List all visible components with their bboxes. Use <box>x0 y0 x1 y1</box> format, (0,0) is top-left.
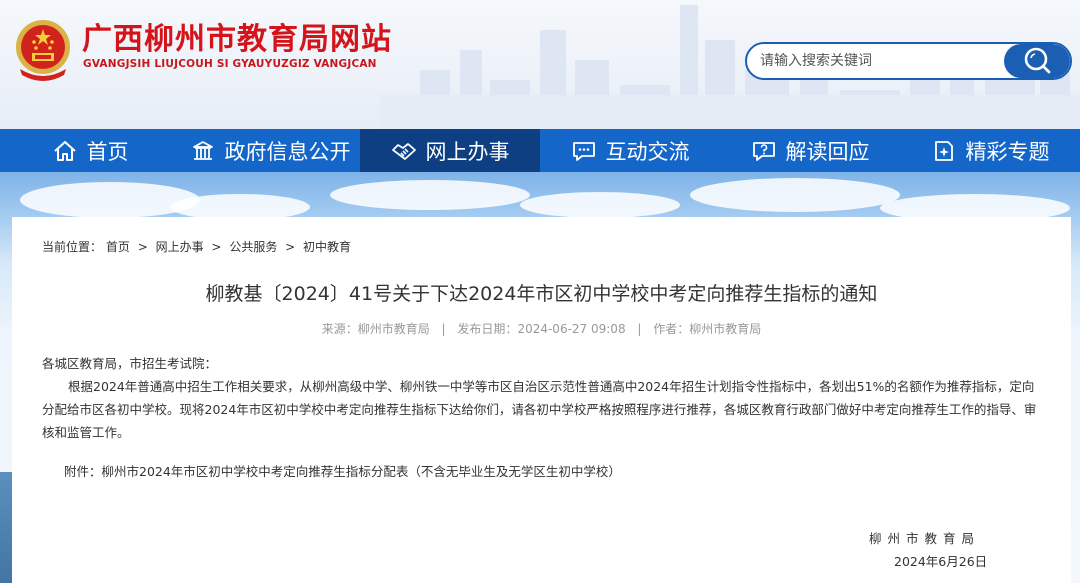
article-sign-date: 2024年6月26日 <box>894 554 988 569</box>
nav-item-home[interactable]: 首页 <box>0 129 180 172</box>
meta-author: 柳州市教育局 <box>689 322 762 336</box>
handshake-icon <box>391 138 417 164</box>
nav-item-interpretation[interactable]: 解读回应 <box>720 129 900 172</box>
article-signer: 柳州市教育局 <box>869 531 981 546</box>
breadcrumb-link-home[interactable]: 首页 <box>106 240 130 254</box>
main-nav: 首页 政府信息公开 网上办事 互动交流 解读回应 精彩专题 <box>0 129 1080 172</box>
sparkle-doc-icon <box>931 138 957 164</box>
nav-item-label: 互动交流 <box>605 139 690 164</box>
search-button[interactable] <box>1004 44 1070 78</box>
nav-item-label: 政府信息公开 <box>224 139 351 164</box>
article-salutation: 各城区教育局，市招生考试院： <box>42 356 218 371</box>
meta-divider: | <box>441 322 446 336</box>
breadcrumb: 当前位置： 首页 > 网上办事 > 公共服务 > 初中教育 <box>42 238 351 255</box>
nav-item-label: 解读回应 <box>785 139 870 164</box>
nav-item-interaction[interactable]: 互动交流 <box>540 129 720 172</box>
nav-item-online-service[interactable]: 网上办事 <box>360 129 540 172</box>
site-header: 广西柳州市教育局网站 GVANGJSIH LIUJCOUH SI GYAUYUZ… <box>0 0 1080 129</box>
nav-item-label: 精彩专题 <box>965 139 1050 164</box>
national-emblem-icon <box>16 20 70 81</box>
chat-icon <box>571 138 597 164</box>
meta-divider: | <box>637 322 642 336</box>
breadcrumb-separator: > <box>285 240 296 254</box>
breadcrumb-separator: > <box>137 240 148 254</box>
nav-item-label: 首页 <box>86 139 129 164</box>
nav-item-label: 网上办事 <box>425 139 510 164</box>
question-bubble-icon <box>751 138 777 164</box>
breadcrumb-link-online-service[interactable]: 网上办事 <box>156 240 204 254</box>
article-card: 当前位置： 首页 > 网上办事 > 公共服务 > 初中教育 柳教基〔2024〕4… <box>12 217 1071 583</box>
nav-item-features[interactable]: 精彩专题 <box>900 129 1080 172</box>
article-title: 柳教基〔2024〕41号关于下达2024年市区初中学校中考定向推荐生指标的通知 <box>205 283 878 305</box>
nav-item-gov-info[interactable]: 政府信息公开 <box>180 129 360 172</box>
meta-source: 柳州市教育局 <box>357 322 430 336</box>
site-subtitle: GVANGJSIH LIUJCOUH SI GYAUYUZGIZ VANGJCA… <box>83 58 377 70</box>
breadcrumb-separator: > <box>211 240 222 254</box>
breadcrumb-prefix: 当前位置： <box>42 240 103 254</box>
breadcrumb-link-public-service[interactable]: 公共服务 <box>229 240 277 254</box>
article-paragraph: 根据2024年普通高中招生工作相关要求，从柳州高级中学、柳州铁一中学等市区自治区… <box>42 379 1037 440</box>
home-icon <box>52 138 78 164</box>
search-icon <box>1024 47 1051 74</box>
meta-source-label: 来源： <box>321 322 358 336</box>
meta-date-label: 发布日期： <box>457 322 518 336</box>
attachment-link[interactable]: 附件：柳州市2024年市区初中学校中考定向推荐生指标分配表（不含无毕业生及无学区… <box>64 461 621 480</box>
article-meta: 来源：柳州市教育局 | 发布日期：2024-06-27 09:08 | 作者：柳… <box>12 320 1071 337</box>
search-input[interactable] <box>747 44 1005 78</box>
breadcrumb-link-junior-edu[interactable]: 初中教育 <box>303 240 351 254</box>
article-body: 各城区教育局，市招生考试院： 根据2024年普通高中招生工作相关要求，从柳州高级… <box>42 352 1042 444</box>
meta-author-label: 作者： <box>653 322 690 336</box>
site-title[interactable]: 广西柳州市教育局网站 <box>82 22 392 58</box>
search-box <box>745 42 1072 80</box>
meta-date: 2024-06-27 09:08 <box>517 322 626 336</box>
building-icon <box>190 138 216 164</box>
